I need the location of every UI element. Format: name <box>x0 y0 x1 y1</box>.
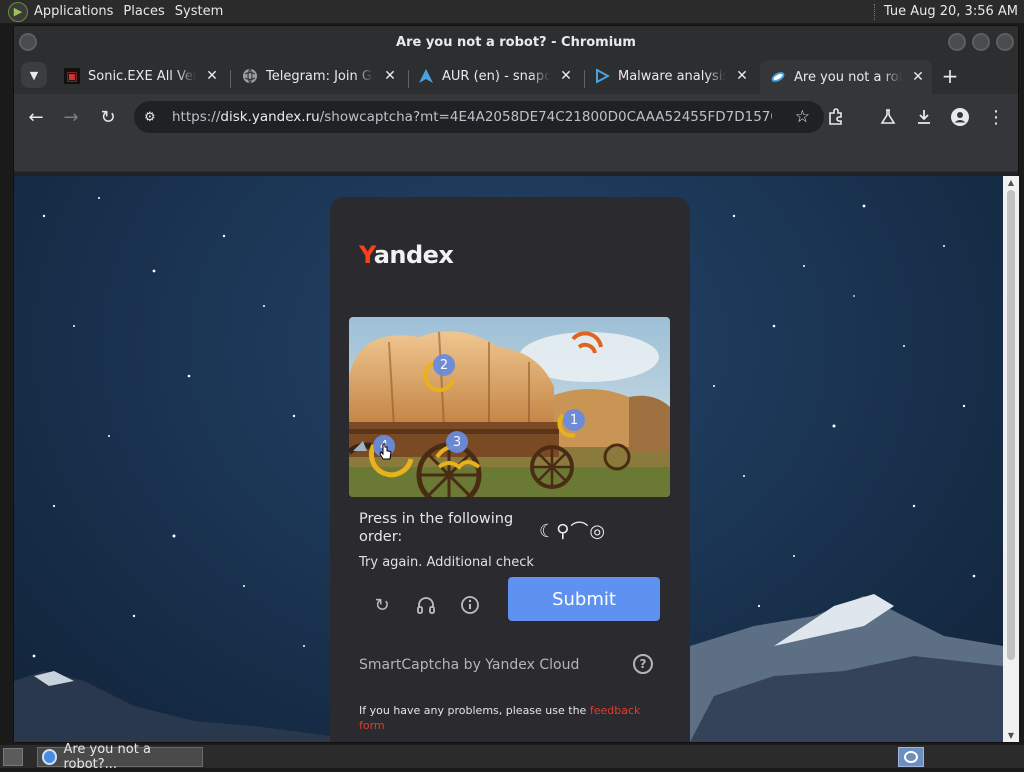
bookmark-star-icon[interactable]: ☆ <box>795 107 810 127</box>
tab-title: Malware analysis <box>618 68 726 84</box>
panel-clock[interactable]: Tue Aug 20, 3:56 AM <box>884 4 1024 19</box>
kebab-menu-icon: ⋮ <box>987 106 1005 128</box>
tab-title: Sonic.EXE All Versions <box>88 68 196 84</box>
site-settings-icon[interactable]: ⚙ <box>144 110 166 125</box>
close-tab-icon[interactable]: ✕ <box>734 68 750 84</box>
tab-captcha[interactable]: Are you not a robot? ✕ <box>760 60 932 94</box>
close-tab-icon[interactable]: ✕ <box>204 68 220 84</box>
reload-button[interactable]: ↻ <box>94 103 122 131</box>
tab-divider <box>230 70 231 88</box>
bookmarks-bar <box>14 140 1018 172</box>
browser-window: Are you not a robot? - Chromium ▼ ▣ Soni… <box>13 25 1019 743</box>
profile-button[interactable] <box>946 103 974 131</box>
tab-title: Are you not a robot? <box>794 69 902 85</box>
applications-menu[interactable]: Applications <box>34 0 123 24</box>
maximize-button[interactable] <box>972 33 990 51</box>
tab-telegram[interactable]: Telegram: Join Group ✕ <box>232 60 398 92</box>
url-text[interactable]: https://disk.yandex.ru/showcaptcha?mt=4E… <box>172 109 772 125</box>
window-titlebar[interactable]: Are you not a robot? - Chromium <box>14 26 1018 58</box>
any-run-icon <box>594 68 610 84</box>
taskbar-item-label: Are you not a robot?... <box>63 741 151 772</box>
workspace-switcher[interactable] <box>898 746 924 767</box>
tab-title: AUR (en) - snapd <box>442 68 550 84</box>
refresh-captcha-button[interactable]: ↻ <box>369 592 395 618</box>
menu-button[interactable]: ⋮ <box>982 103 1010 131</box>
download-icon <box>918 110 930 124</box>
captcha-order-icons: ☾⚲⌒◎ <box>539 521 607 542</box>
tab-search-button[interactable]: ▼ <box>21 62 47 88</box>
taskbar-item-chromium[interactable]: Are you not a robot?... <box>37 742 203 772</box>
chromium-icon <box>42 748 58 765</box>
top-panel: ▶ Applications Places System Tue Aug 20,… <box>0 0 1024 24</box>
audio-captcha-button[interactable] <box>413 592 439 618</box>
click-marker-1[interactable]: 1 <box>563 409 585 431</box>
mouse-cursor-icon <box>379 443 392 460</box>
close-window-button[interactable] <box>996 33 1014 51</box>
headphones-icon <box>417 597 435 614</box>
captcha-instruction: Press in the following order: <box>359 511 514 545</box>
captcha-info-button[interactable] <box>457 592 483 618</box>
show-desktop-button[interactable] <box>3 747 23 766</box>
browser-toolbar: ← → ↻ ⚙ https://disk.yandex.ru/showcaptc… <box>14 94 1018 140</box>
captcha-card: Yandex 2 1 3 Press in the following orde… <box>330 197 690 742</box>
submit-button[interactable]: Submit <box>508 577 660 621</box>
plus-icon: + <box>941 64 959 88</box>
labs-button[interactable] <box>874 103 902 131</box>
downloads-button[interactable] <box>910 103 938 131</box>
arrow-right-icon: → <box>63 106 79 128</box>
globe-icon <box>242 68 258 84</box>
close-tab-icon[interactable]: ✕ <box>558 68 574 84</box>
help-icon[interactable]: ? <box>633 654 653 674</box>
gnome-foot-icon[interactable]: ▶ <box>8 1 28 22</box>
captcha-status: Try again. Additional check <box>359 555 534 570</box>
window-menu-button[interactable] <box>19 33 37 51</box>
click-marker-2[interactable]: 2 <box>433 354 455 376</box>
problems-notice: If you have any problems, please use the… <box>359 704 641 732</box>
page-scrollbar[interactable]: ▲ ▼ <box>1003 176 1019 742</box>
yandex-logo: Yandex <box>359 241 454 269</box>
bottom-taskbar: Are you not a robot?... <box>0 742 1024 772</box>
chevron-down-icon: ▼ <box>29 68 39 82</box>
back-button[interactable]: ← <box>22 103 50 131</box>
click-marker-3[interactable]: 3 <box>446 431 468 453</box>
tab-strip: ▼ ▣ Sonic.EXE All Versions ✕ Telegram: J… <box>14 58 1018 94</box>
scroll-down-icon[interactable]: ▼ <box>1006 731 1016 740</box>
tab-aur[interactable]: AUR (en) - snapd ✕ <box>408 60 574 92</box>
new-tab-button[interactable]: + <box>938 64 962 88</box>
scroll-up-icon[interactable]: ▲ <box>1006 178 1016 187</box>
arch-linux-icon <box>418 68 434 84</box>
workspace-window-icon <box>904 750 918 763</box>
scroll-thumb[interactable] <box>1007 190 1015 660</box>
tab-malware-analysis[interactable]: Malware analysis ✕ <box>584 60 750 92</box>
panel-separator <box>873 3 876 20</box>
smartcaptcha-brand: SmartCaptcha by Yandex Cloud <box>359 657 580 673</box>
covered-wagon-image <box>349 317 670 497</box>
page-viewport: Yandex 2 1 3 Press in the following orde… <box>14 176 1003 742</box>
address-bar[interactable]: ⚙ https://disk.yandex.ru/showcaptcha?mt=… <box>134 101 824 133</box>
account-icon <box>951 108 969 126</box>
tab-title: Telegram: Join Group <box>266 68 374 84</box>
places-menu[interactable]: Places <box>123 0 174 24</box>
arrow-left-icon: ← <box>28 106 44 128</box>
tab-sonic[interactable]: ▣ Sonic.EXE All Versions ✕ <box>54 60 220 92</box>
refresh-icon: ↻ <box>374 594 390 616</box>
info-icon <box>461 596 479 614</box>
close-tab-icon[interactable]: ✕ <box>910 69 926 85</box>
close-tab-icon[interactable]: ✕ <box>382 68 398 84</box>
puzzle-icon <box>829 108 842 125</box>
window-title: Are you not a robot? - Chromium <box>396 34 636 50</box>
yandex-cloud-icon <box>770 69 786 85</box>
forward-button[interactable]: → <box>57 103 85 131</box>
captcha-image[interactable]: 2 1 3 4 <box>349 317 670 497</box>
flask-icon <box>880 109 896 124</box>
sonic-exe-icon: ▣ <box>64 68 80 84</box>
system-menu[interactable]: System <box>175 0 233 24</box>
extensions-button[interactable] <box>822 103 850 131</box>
minimize-button[interactable] <box>948 33 966 51</box>
reload-icon: ↻ <box>100 106 116 128</box>
